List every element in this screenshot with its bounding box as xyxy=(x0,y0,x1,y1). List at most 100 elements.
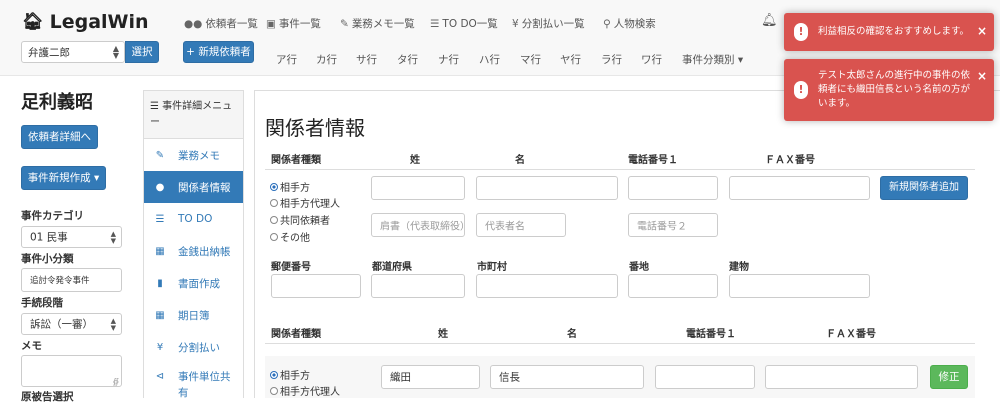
radio-opponent-agent[interactable]: 相手方代理人 xyxy=(270,195,340,210)
bell-icon[interactable]: 🔔︎ xyxy=(761,13,778,28)
list-header-phone1: 電話番号１ xyxy=(686,329,736,340)
kana-filter[interactable]: ナ行 xyxy=(438,52,459,67)
menu-header: ☰ 事件詳細メニュー xyxy=(144,91,243,139)
divider xyxy=(265,343,975,344)
case-category-dropdown[interactable]: 事件分類別 ▾ xyxy=(682,52,743,67)
procedure-stage-select[interactable]: 訴訟（一審） ▲ ▼ xyxy=(21,313,122,335)
radio-co-client[interactable]: 共同依頼者 xyxy=(270,212,330,227)
kana-filter[interactable]: ワ行 xyxy=(641,52,662,67)
nav-client-list[interactable]: ●● 依頼者一覧 xyxy=(184,16,258,31)
row-phone1-input[interactable] xyxy=(655,365,755,389)
kana-filter[interactable]: ヤ行 xyxy=(560,52,581,67)
radio-dot xyxy=(270,386,278,395)
brand[interactable]: 🏠︎ LegalWin xyxy=(22,11,149,33)
phone1-input[interactable] xyxy=(628,176,718,200)
radio-dot xyxy=(270,182,278,191)
lawyer-select[interactable]: 弁護二郎 ▲ ▼ xyxy=(21,41,125,63)
street-input[interactable] xyxy=(628,274,718,298)
kana-filter[interactable]: ア行 xyxy=(276,52,297,67)
list-header-last-name: 姓 xyxy=(438,329,448,340)
kana-filter[interactable]: カ行 xyxy=(316,52,337,67)
briefcase-icon: ▣ xyxy=(266,18,276,30)
select-button[interactable]: 選択 xyxy=(125,41,159,63)
kana-filter[interactable]: マ行 xyxy=(520,52,541,67)
menu-item-cashbook[interactable]: ▦ 金銭出納帳 xyxy=(144,235,243,267)
edit-button[interactable]: 修正 xyxy=(930,365,968,389)
add-related-party-button[interactable]: 新規関係者追加 xyxy=(880,176,968,200)
plaintiff-defendant-label: 原被告選択 xyxy=(21,391,74,403)
procedure-stage-label: 手続段階 xyxy=(21,297,63,309)
first-name-input[interactable] xyxy=(476,176,618,200)
postal-code-input[interactable] xyxy=(271,274,361,298)
yen-icon: ¥ xyxy=(512,18,519,30)
menu-item-document[interactable]: ▮ 書面作成 xyxy=(144,267,243,299)
case-category-label: 事件カテゴリ xyxy=(21,210,84,222)
row-first-name-input[interactable]: 信長 xyxy=(490,365,644,389)
caret-down-icon: ▾ xyxy=(94,172,100,184)
caret-down-icon: ▾ xyxy=(737,54,744,66)
fax-input[interactable] xyxy=(729,176,870,200)
nav-memo-list[interactable]: ✎ 業務メモ一覧 xyxy=(340,16,415,31)
close-icon[interactable]: × xyxy=(977,24,987,38)
row-radio-opponent[interactable]: 相手方 xyxy=(270,367,310,382)
row-fax-input[interactable] xyxy=(765,365,918,389)
kana-filter[interactable]: ラ行 xyxy=(601,52,622,67)
menu-item-todo[interactable]: ☰ TO DO xyxy=(144,203,243,235)
representative-name-input[interactable]: 代表者名 xyxy=(476,213,566,237)
menu-item-share[interactable]: ⊲ 事件単位共有 xyxy=(144,363,243,399)
memo-label: メモ xyxy=(21,340,42,352)
address-header-street: 番地 xyxy=(629,262,649,273)
warning-icon: ! xyxy=(794,81,808,99)
radio-opponent[interactable]: 相手方 xyxy=(270,179,310,194)
menu-item-memo[interactable]: ✎ 業務メモ xyxy=(144,139,243,171)
menu-item-related-parties[interactable]: ● 関係者情報 xyxy=(144,171,243,203)
address-header-prefecture: 都道府県 xyxy=(372,262,412,273)
share-icon: ⊲ xyxy=(155,371,165,382)
calculator-icon: ▦ xyxy=(155,245,165,257)
calendar-icon: ▦ xyxy=(155,309,165,321)
new-case-button[interactable]: 事件新規作成 ▾ xyxy=(21,166,106,190)
building-input[interactable] xyxy=(729,274,870,298)
kana-filter[interactable]: ハ行 xyxy=(479,52,500,67)
menu-item-schedule[interactable]: ▦ 期日簿 xyxy=(144,299,243,331)
nav-case-list[interactable]: ▣ 事件一覧 xyxy=(266,16,321,31)
resize-handle-icon[interactable]: ∯ xyxy=(113,377,119,386)
brand-name: LegalWin xyxy=(49,11,149,33)
list-icon: ☰ xyxy=(430,18,440,30)
memo-textarea[interactable]: ∯ xyxy=(21,355,122,387)
toast-name-match: ! テスト太郎さんの進行中の事件の依頼者にも織田信長という名前の方がいます。 × xyxy=(784,59,994,121)
radio-dot xyxy=(270,370,278,379)
col-header-type: 関係者種類 xyxy=(271,155,321,166)
page-title: 関係者情報 xyxy=(265,116,365,140)
kana-filter[interactable]: サ行 xyxy=(356,52,377,67)
radio-other[interactable]: その他 xyxy=(270,229,310,244)
row-radio-opponent-agent[interactable]: 相手方代理人 xyxy=(270,383,340,398)
nav-installment-list[interactable]: ¥ 分割払い一覧 xyxy=(512,16,585,31)
nav-todo-list[interactable]: ☰ TO DO一覧 xyxy=(430,16,498,31)
menu-item-installments[interactable]: ¥ 分割払い xyxy=(144,331,243,363)
file-icon: ▮ xyxy=(157,277,163,289)
case-category-select[interactable]: 01 民事 ▲ ▼ xyxy=(21,226,122,248)
select-arrows-icon: ▲ ▼ xyxy=(112,44,119,60)
case-subcategory-field[interactable]: 追討令発令事件 xyxy=(21,268,122,292)
nav-person-search[interactable]: ⚲ 人物検索 xyxy=(603,16,656,31)
close-icon[interactable]: × xyxy=(977,69,987,83)
city-input[interactable] xyxy=(476,274,618,298)
prefecture-input[interactable] xyxy=(371,274,465,298)
last-name-input[interactable] xyxy=(371,176,465,200)
col-header-phone1: 電話番号１ xyxy=(628,155,678,166)
row-last-name-input[interactable]: 織田 xyxy=(381,365,480,389)
client-name: 足利義昭 xyxy=(21,92,93,113)
menu-hamburger-icon: ☰ xyxy=(150,101,163,112)
col-header-first-name: 名 xyxy=(515,155,525,166)
representative-title-input[interactable]: 肩書（代表取締役） xyxy=(371,213,465,237)
users-icon: ●● xyxy=(184,18,203,30)
search-icon: ⚲ xyxy=(603,18,611,30)
new-client-button[interactable]: + 新規依頼者 xyxy=(183,41,254,63)
phone2-input[interactable]: 電話番号２ xyxy=(628,213,718,237)
case-subcategory-label: 事件小分類 xyxy=(21,253,74,265)
col-header-last-name: 姓 xyxy=(410,155,420,166)
kana-filter[interactable]: タ行 xyxy=(397,52,418,67)
client-detail-button[interactable]: 依頼者詳細へ xyxy=(21,125,98,149)
home-icon: 🏠︎ xyxy=(22,12,44,32)
